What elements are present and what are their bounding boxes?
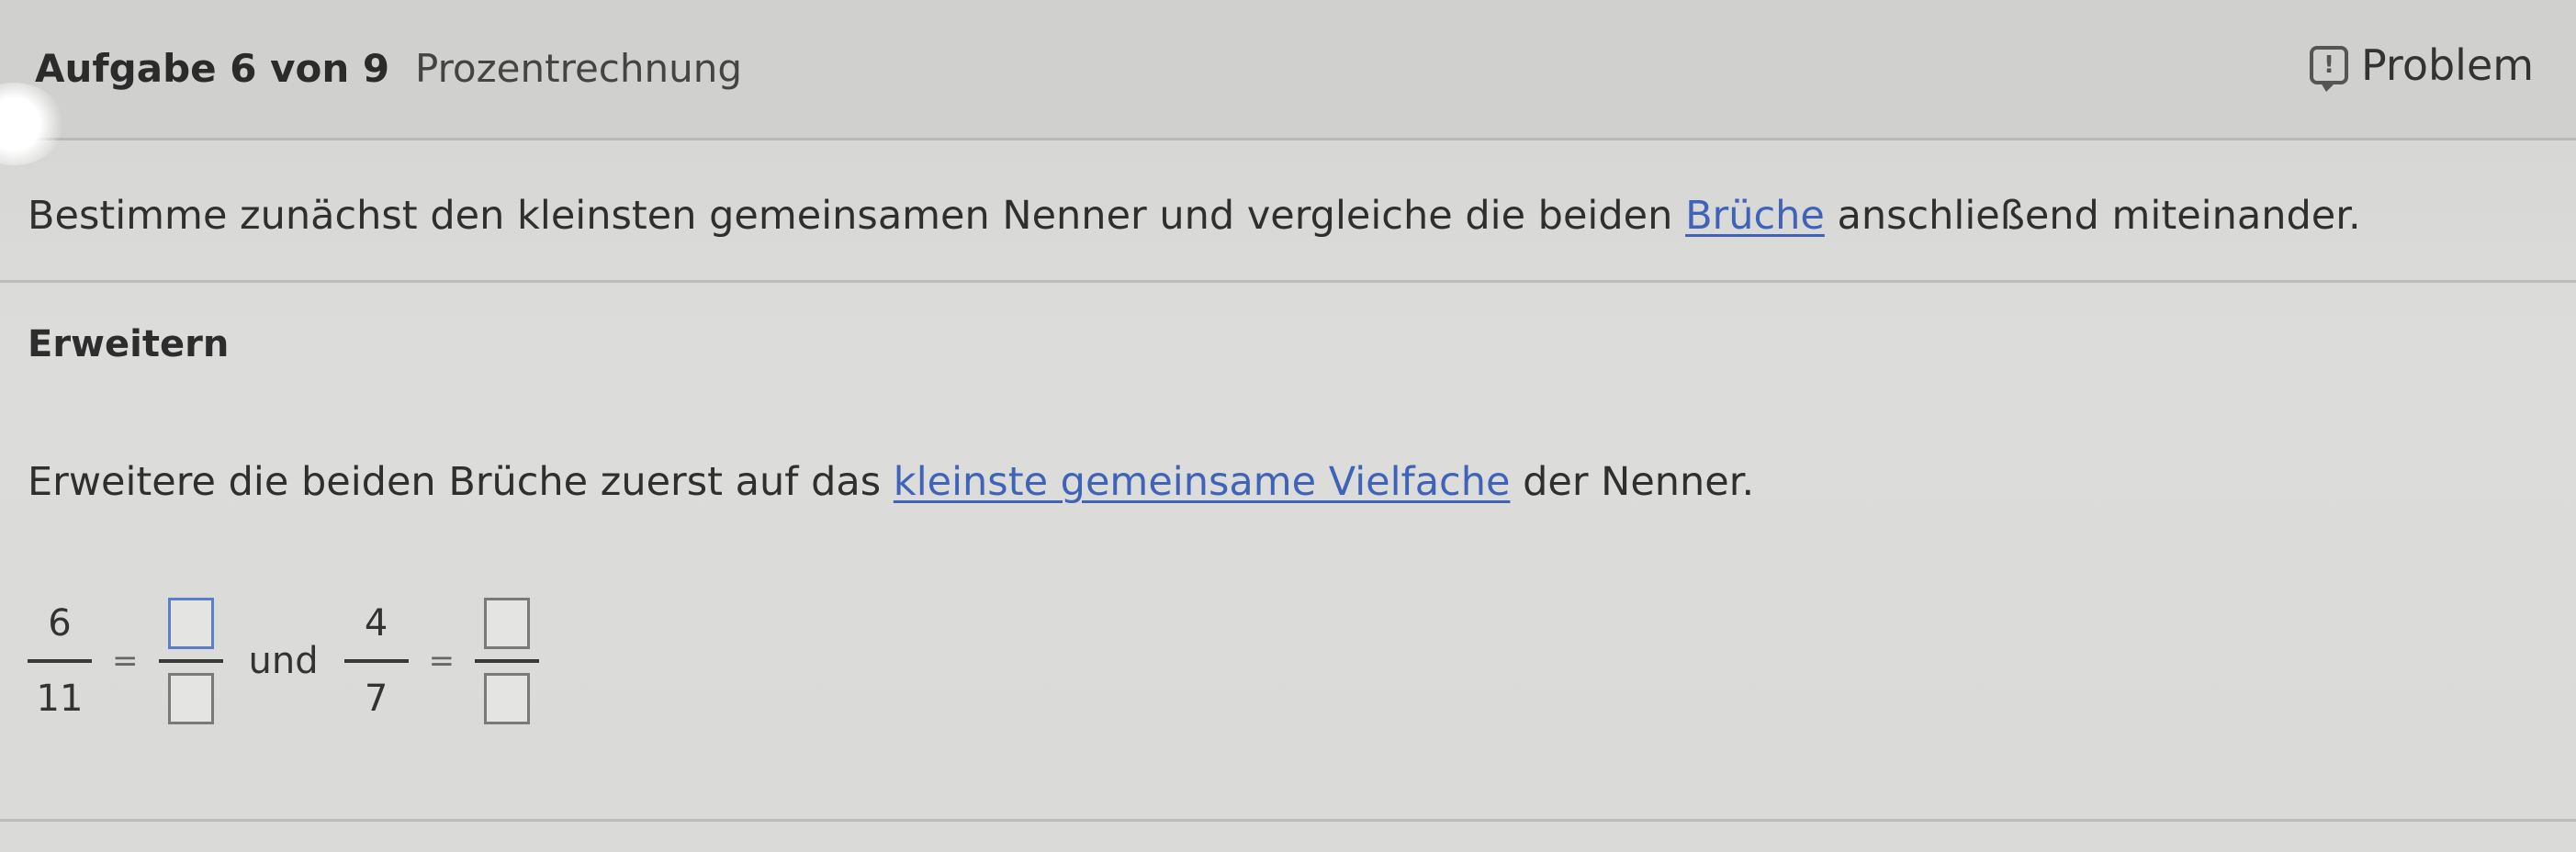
fraction-bar xyxy=(343,659,409,663)
report-problem-label: Problem xyxy=(2361,40,2535,90)
fraction-answer-2 xyxy=(475,595,540,727)
speech-bubble-exclamation-icon: ! xyxy=(2310,46,2348,92)
section-text-before: Erweitere die beiden Brüche zuerst auf d… xyxy=(28,459,894,505)
fraction-equation: 6 11 = und 4 7 = xyxy=(28,560,540,762)
fraction-given-1: 6 11 xyxy=(28,595,92,727)
answer-2-denominator-input[interactable] xyxy=(484,673,531,724)
instruction-text-after: anschließend miteinander. xyxy=(1824,193,2361,239)
fraction-2-numerator: 4 xyxy=(364,602,388,645)
instruction-text-before: Bestimme zunächst den kleinsten gemeinsa… xyxy=(28,193,1686,239)
fraction-bar xyxy=(475,659,540,663)
equals-sign: = xyxy=(112,643,139,679)
fraction-bar xyxy=(28,659,92,663)
fraction-1-numerator: 6 xyxy=(48,602,72,645)
answer-1-numerator-input[interactable] xyxy=(167,598,214,649)
section-instruction: Erweitere die beiden Brüche zuerst auf d… xyxy=(28,459,1754,505)
fraction-2-denominator: 7 xyxy=(364,678,388,720)
fraction-given-2: 4 7 xyxy=(343,595,409,727)
section-text-after: der Nenner. xyxy=(1510,459,1755,505)
answer-1-denominator-input[interactable] xyxy=(167,673,214,724)
fraction-answer-1 xyxy=(158,595,223,727)
divider xyxy=(0,280,2576,283)
report-problem-button[interactable]: ! Problem xyxy=(2310,40,2535,92)
page: Aufgabe 6 von 9 Prozentrechnung ! Proble… xyxy=(0,0,2576,852)
section-title: Erweitern xyxy=(28,323,230,365)
divider xyxy=(0,819,2576,822)
answer-2-numerator-input[interactable] xyxy=(484,598,531,649)
equals-sign: = xyxy=(428,643,456,679)
link-brueche[interactable]: Brüche xyxy=(1685,193,1825,239)
fraction-1-denominator: 11 xyxy=(36,678,84,720)
link-kgv[interactable]: kleinste gemeinsame Vielfache xyxy=(894,459,1511,505)
task-counter: Aufgabe 6 von 9 xyxy=(35,46,390,91)
connector-text: und xyxy=(248,640,319,682)
fraction-bar xyxy=(158,659,223,663)
task-instruction: Bestimme zunächst den kleinsten gemeinsa… xyxy=(28,193,2361,239)
header-bar: Aufgabe 6 von 9 Prozentrechnung ! Proble… xyxy=(0,0,2576,140)
task-topic: Prozentrechnung xyxy=(415,46,743,91)
